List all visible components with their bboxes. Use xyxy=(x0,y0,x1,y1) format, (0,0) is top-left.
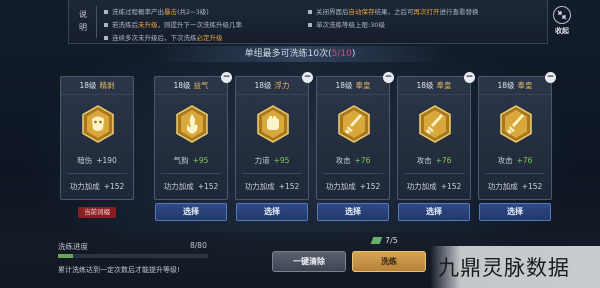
card-caption: 18级 奉皇 xyxy=(317,77,389,95)
card-divider xyxy=(404,173,464,174)
card-divider xyxy=(485,173,545,174)
card-power: 功力加成 +152 xyxy=(244,182,300,191)
select-button[interactable]: 选择 xyxy=(398,203,470,221)
fist-icon xyxy=(256,105,290,143)
rule-left-1: 若洗练后未升级，则提升下一次洗练升级几率 xyxy=(104,19,242,29)
bull-head-icon xyxy=(81,105,115,143)
wash-count: 5/10 xyxy=(331,49,352,59)
card-power: 功力加成 +152 xyxy=(487,182,543,191)
card-power: 功力加成 +152 xyxy=(69,182,125,191)
arrows-in-icon xyxy=(553,6,571,24)
rule-right-0: 关闭界面后自动保存结果，之后可再次打开进行查看替换 xyxy=(308,6,479,16)
card-power: 功力加成 +152 xyxy=(406,182,462,191)
bullet-icon xyxy=(308,23,312,27)
sword-icon xyxy=(418,105,452,143)
wash-limit-banner: 单组最多可洗练10次(5/10) xyxy=(150,46,450,62)
clear-all-button[interactable]: 一键清除 xyxy=(272,251,346,272)
progress-bar xyxy=(58,254,208,258)
card-stat: 力道 +95 xyxy=(254,156,290,165)
card-divider xyxy=(323,173,383,174)
option-card: − 18级 浮力 力道 +95 功力加成 +152 xyxy=(235,72,313,200)
card-power: 功力加成 +152 xyxy=(325,182,381,191)
rule-left-2: 连续多次未升级后，下次洗练必定升级 xyxy=(104,32,223,42)
current-attribute-card: 18级 精剥 暗伤 +190 功力加成 +152 xyxy=(60,76,134,200)
card-stat: 攻击 +76 xyxy=(335,156,371,165)
card-stat: 气韵 +95 xyxy=(173,156,209,165)
option-card: − 18级 奉皇 攻击 +76 功力加成 +152 xyxy=(316,72,394,200)
collapse-label: 收起 xyxy=(555,27,569,35)
select-button[interactable]: 选择 xyxy=(317,203,389,221)
remove-icon[interactable]: − xyxy=(383,72,394,83)
flame-icon xyxy=(175,105,209,143)
card-divider xyxy=(67,173,127,174)
remove-icon[interactable]: − xyxy=(464,72,475,83)
bullet-icon xyxy=(104,10,108,14)
sword-icon xyxy=(499,105,533,143)
remove-icon[interactable]: − xyxy=(221,72,232,83)
bullet-icon xyxy=(104,36,108,40)
card-caption: 18级 浮力 xyxy=(236,77,308,95)
remove-icon[interactable]: − xyxy=(302,72,313,83)
current-affix-badge: 当前词缀 xyxy=(78,207,116,218)
card-stat: 暗伤 +190 xyxy=(77,156,117,165)
jade-icon xyxy=(370,237,383,244)
card-caption: 18级 益气 xyxy=(155,77,227,95)
card-divider xyxy=(242,173,302,174)
progress-value: 8/80 xyxy=(190,241,207,250)
card-stat: 攻击 +76 xyxy=(497,156,533,165)
card-stat: 攻击 +76 xyxy=(416,156,452,165)
collapse-button[interactable]: 收起 xyxy=(548,6,576,42)
rules-divider xyxy=(96,6,97,38)
card-power: 功力加成 +152 xyxy=(163,182,219,191)
rule-left-0: 洗练过程概率产出暴击(共2~3级) xyxy=(104,6,209,16)
option-card: − 18级 奉皇 攻击 +76 功力加成 +152 xyxy=(478,72,556,200)
rules-label: 说明 xyxy=(79,10,87,32)
select-button[interactable]: 选择 xyxy=(479,203,551,221)
card-divider xyxy=(161,173,221,174)
wash-cost: 7/5 xyxy=(370,236,398,245)
bullet-icon xyxy=(308,10,312,14)
progress-label: 洗练进度 xyxy=(58,242,88,251)
card-caption: 18级 奉皇 xyxy=(479,77,551,95)
bullet-icon xyxy=(104,23,108,27)
select-button[interactable]: 选择 xyxy=(236,203,308,221)
option-card: − 18级 奉皇 攻击 +76 功力加成 +152 xyxy=(397,72,475,200)
watermark: 九鼎灵脉数据 xyxy=(438,256,570,280)
progress-fill xyxy=(58,254,73,258)
remove-icon[interactable]: − xyxy=(545,72,556,83)
sword-icon xyxy=(337,105,371,143)
rule-right-1: 单次洗练等级上限:30级 xyxy=(308,19,385,29)
option-card: − 18级 益气 气韵 +95 功力加成 +152 xyxy=(154,72,232,200)
select-button[interactable]: 选择 xyxy=(155,203,227,221)
progress-tip: 累计洗练达到一定次数后才能提升等级! xyxy=(58,266,180,274)
wash-button[interactable]: 洗练 xyxy=(352,251,426,272)
card-caption: 18级 奉皇 xyxy=(398,77,470,95)
card-caption: 18级 精剥 xyxy=(61,77,133,95)
